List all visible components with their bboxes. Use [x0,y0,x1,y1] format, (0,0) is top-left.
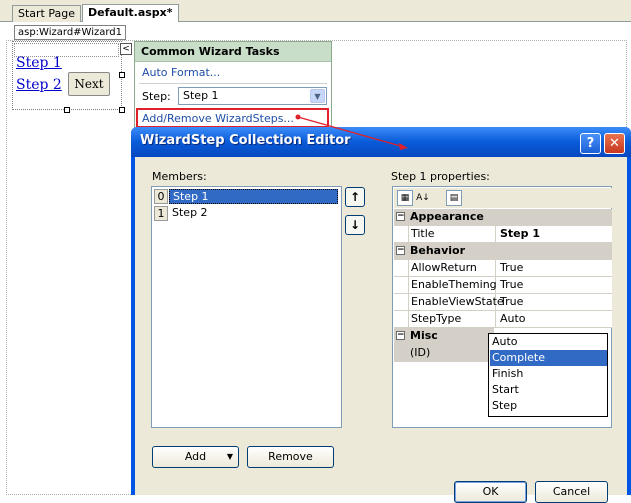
resize-handle-bottom[interactable] [64,107,70,113]
property-name: Title [408,226,496,242]
dialog-body: Members: 0 Step 1 1 Step 2 ↑ ↓ Add ▼ Rem… [135,157,627,503]
member-index: 0 [154,189,168,204]
category-misc[interactable]: − Misc [394,328,494,345]
arrow-down-icon: ↓ [349,218,361,232]
control-tag-label: asp:Wizard#Wizard1 [14,25,127,40]
property-row-allowreturn[interactable]: AllowReturn True [394,260,612,277]
smart-tag-panel: Common Wizard Tasks Auto Format... Step:… [134,41,332,129]
tab-start-page[interactable]: Start Page [12,5,81,22]
categorized-icon[interactable]: ▦ [397,190,413,206]
list-item[interactable]: 0 Step 1 [154,189,339,205]
dialog-title-bar[interactable]: WizardStep Collection Editor ? ✕ [131,127,631,157]
property-name: EnableTheming [408,277,497,293]
dropdown-option[interactable]: Step [490,398,607,414]
smart-tag-toggle-icon[interactable]: < [120,43,132,55]
wizard-step-1-link[interactable]: Step 1 [16,55,62,71]
collapse-icon[interactable]: − [396,246,405,255]
help-icon[interactable]: ? [580,133,601,154]
members-list[interactable]: 0 Step 1 1 Step 2 [151,186,342,428]
add-button[interactable]: Add ▼ [152,446,239,468]
category-behavior[interactable]: − Behavior [394,243,612,260]
tab-default-aspx[interactable]: Default.aspx* [82,4,179,22]
dialog-title: WizardStep Collection Editor [140,133,351,148]
collection-editor-dialog: WizardStep Collection Editor ? ✕ Members… [131,127,631,503]
collapse-icon[interactable]: − [396,212,405,221]
wizard-step-2-link[interactable]: Step 2 [16,77,62,93]
property-name: EnableViewState [408,294,504,310]
member-name: Step 1 [169,189,338,204]
move-down-button[interactable]: ↓ [345,215,365,235]
property-name: AllowReturn [408,260,496,276]
move-up-button[interactable]: ↑ [345,187,365,207]
property-value[interactable]: Auto [497,311,526,327]
dropdown-option[interactable]: Auto [490,334,607,350]
close-icon[interactable]: ✕ [604,133,625,154]
property-grid-toolbar: ▦ A↓ ▤ [394,188,612,208]
add-remove-wizardsteps-link[interactable]: Add/Remove WizardSteps... [142,112,294,125]
property-value[interactable]: Step 1 [497,226,540,242]
dropdown-option[interactable]: Start [490,382,607,398]
wizard-next-button[interactable]: Next [68,72,110,96]
list-item[interactable]: 1 Step 2 [154,206,339,222]
member-name: Step 2 [172,206,208,219]
property-pages-icon[interactable]: ▤ [446,190,462,206]
alphabetical-icon[interactable]: A↓ [415,190,431,206]
step-dropdown-value: Step 1 [183,89,219,102]
property-row-id[interactable]: (ID) [394,345,494,362]
resize-handle-right[interactable] [119,72,125,78]
property-row-title[interactable]: Title Step 1 [394,226,612,243]
smart-tag-divider [139,83,327,84]
chevron-down-icon[interactable]: ▼ [310,89,325,103]
dropdown-option[interactable]: Finish [490,366,607,382]
property-value[interactable]: True [497,294,523,310]
property-row-steptype[interactable]: StepType Auto [394,311,612,328]
dropdown-option-highlighted[interactable]: Complete [490,350,607,366]
property-row-enabletheming[interactable]: EnableTheming True [394,277,612,294]
property-value[interactable]: True [497,260,523,276]
members-label: Members: [152,170,207,183]
step-label: Step: [142,90,171,103]
property-name: StepType [408,311,496,327]
ok-button[interactable]: OK [454,481,527,503]
property-name: (ID) [410,346,431,359]
collapse-icon[interactable]: − [396,331,405,340]
member-index: 1 [154,206,168,221]
remove-button[interactable]: Remove [247,446,334,468]
step-dropdown[interactable]: Step 1 ▼ [178,87,327,105]
property-value[interactable]: True [497,277,523,293]
property-row-enableviewstate[interactable]: EnableViewState True [394,294,612,311]
category-appearance[interactable]: − Appearance [394,209,612,226]
arrow-up-icon: ↑ [349,190,361,204]
properties-label: Step 1 properties: [391,170,490,183]
auto-format-link[interactable]: Auto Format... [142,66,220,79]
resize-handle-corner[interactable] [119,107,125,113]
steptype-dropdown-list[interactable]: Auto Complete Finish Start Step [488,333,608,417]
add-button-label: Add [184,450,207,463]
cancel-button[interactable]: Cancel [535,481,608,503]
dropdown-arrow-icon[interactable]: ▼ [227,447,233,467]
smart-tag-title: Common Wizard Tasks [135,42,331,62]
